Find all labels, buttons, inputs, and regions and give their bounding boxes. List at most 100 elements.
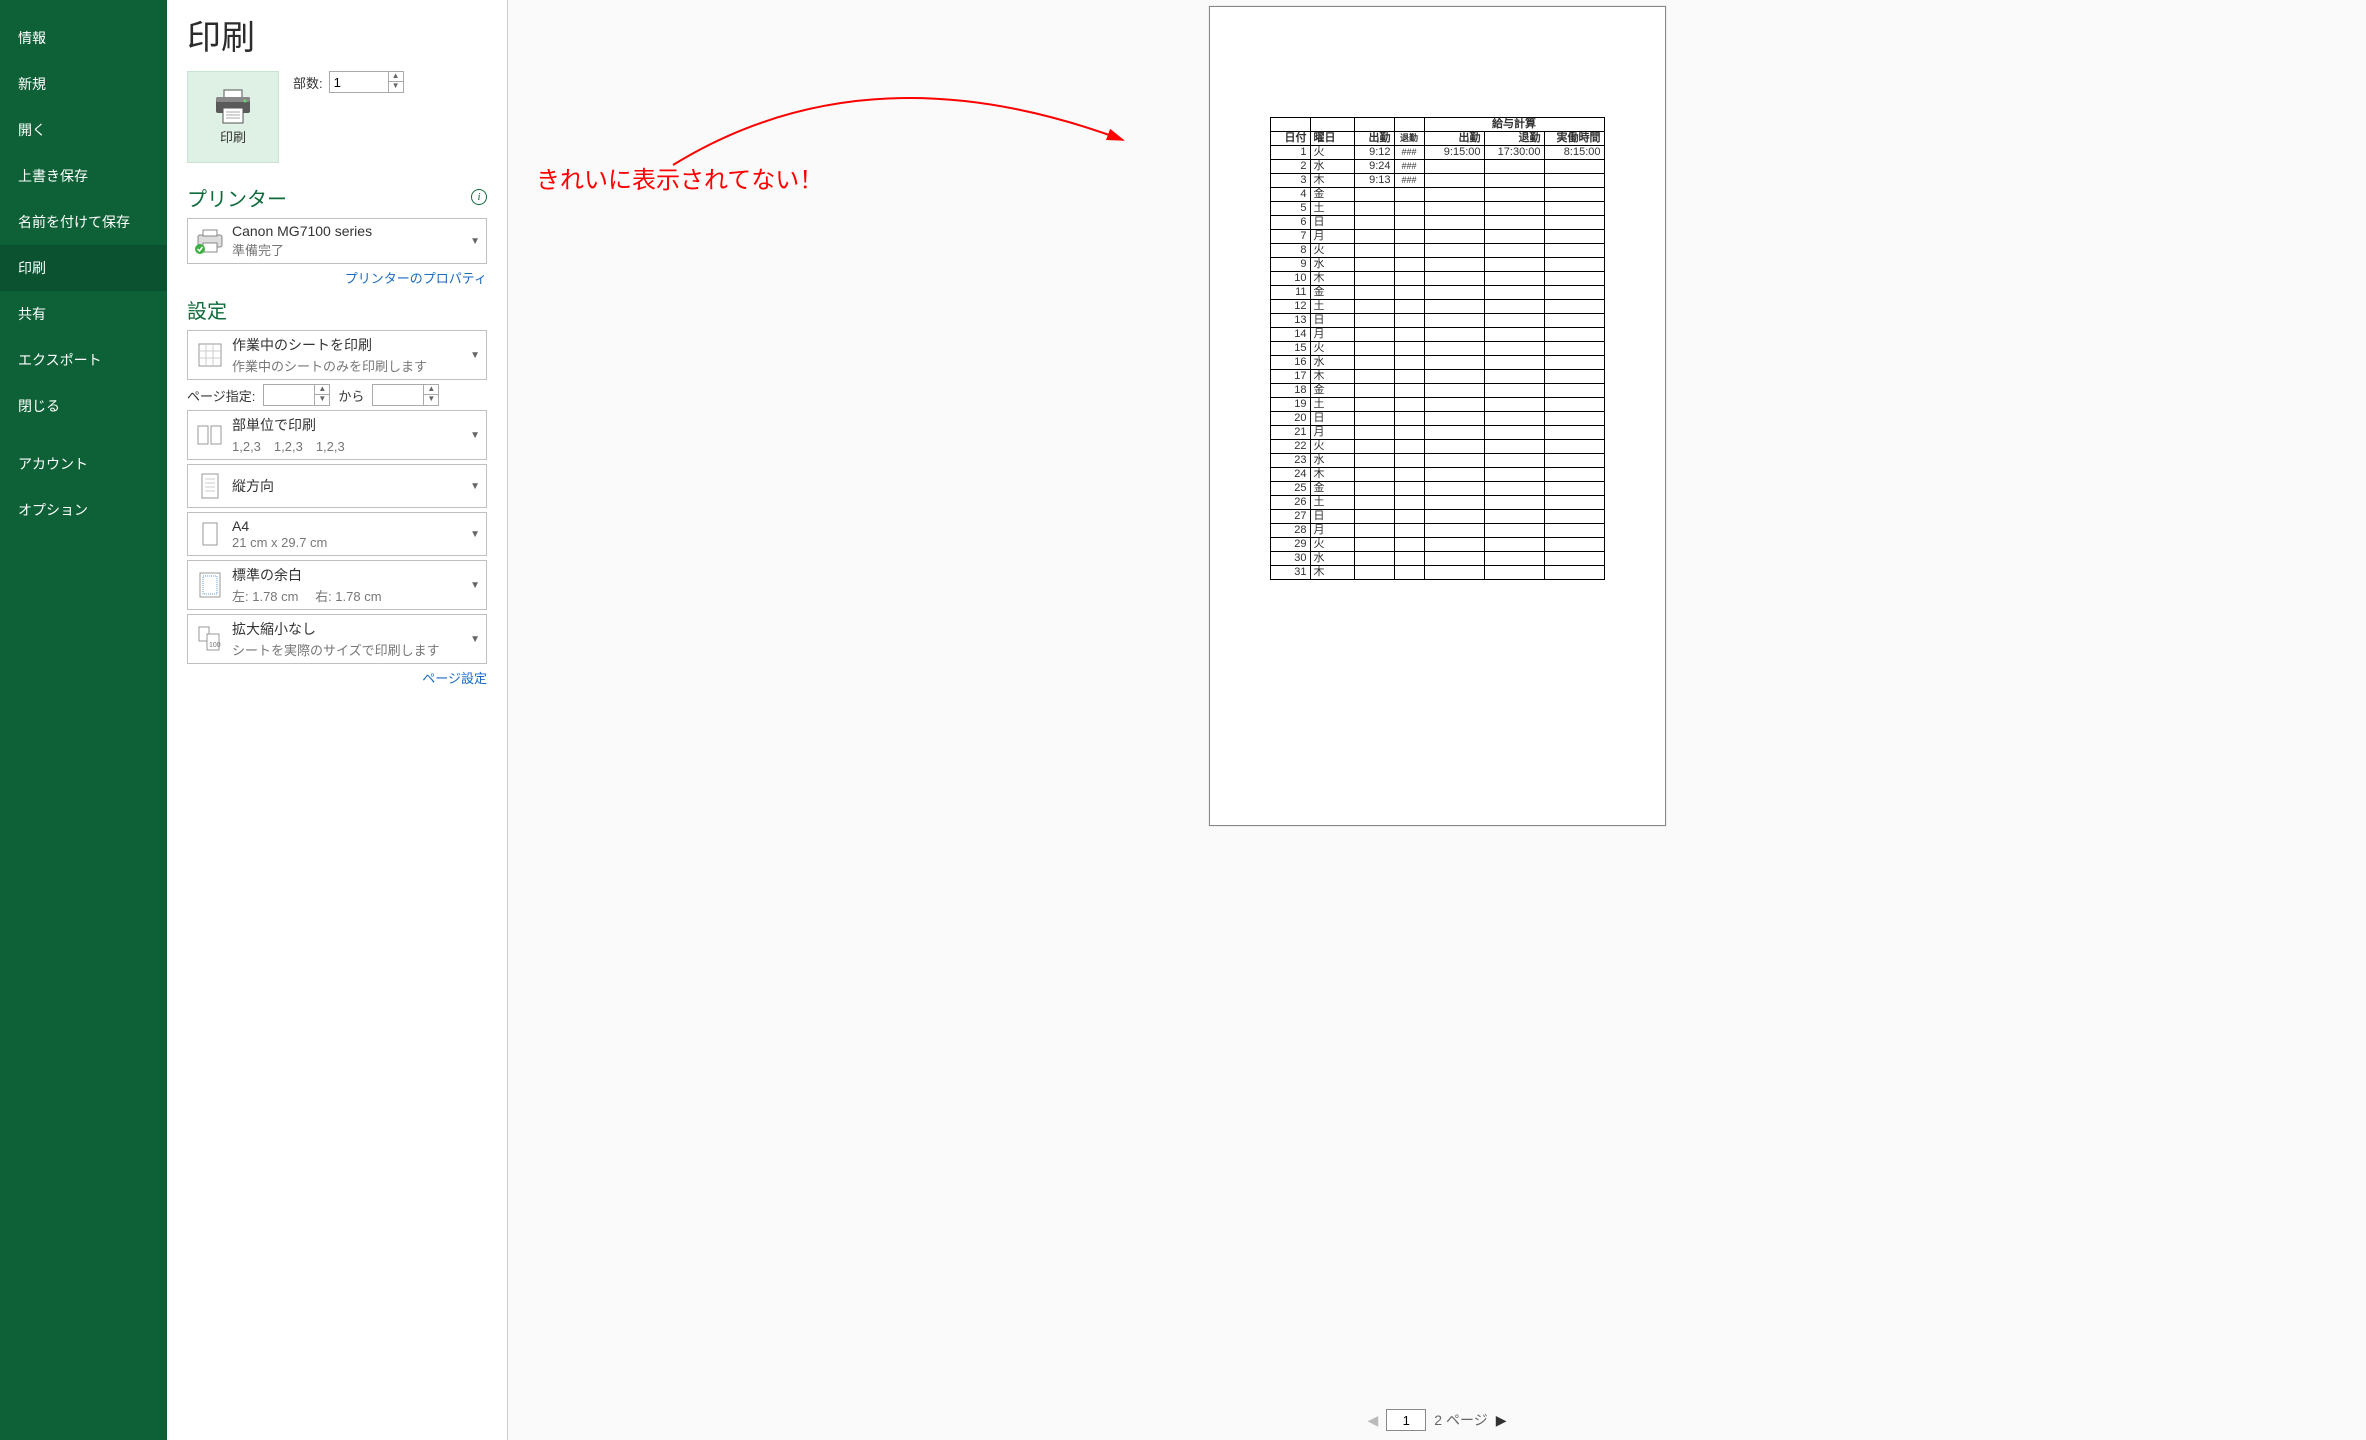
down-icon[interactable]: ▼ [315,395,329,405]
info-icon[interactable]: i [471,189,487,205]
copies-input[interactable] [329,71,389,93]
sidebar-item-info[interactable]: 情報 [0,15,167,61]
table-row: 22火 [1270,440,1604,454]
sidebar-item-save[interactable]: 上書き保存 [0,153,167,199]
sidebar-item-account[interactable]: アカウント [0,441,167,487]
collate-select[interactable]: 部単位で印刷 1,2,3 1,2,3 1,2,3 ▼ [187,410,487,460]
scale-icon: 100 [194,622,226,656]
page-setup-link[interactable]: ページ設定 [422,671,487,686]
print-settings-panel: 印刷 印刷 部数: [167,0,507,1440]
table-row: 17木 [1270,370,1604,384]
page-to-input[interactable] [372,384,424,406]
table-row: 2水9:24### [1270,160,1604,174]
down-icon[interactable]: ▼ [424,395,438,405]
sidebar-item-share[interactable]: 共有 [0,291,167,337]
page-range-sep: から [338,386,364,405]
printer-device-icon [194,224,226,258]
sidebar-item-new[interactable]: 新規 [0,61,167,107]
table-row: 23水 [1270,454,1604,468]
table-row: 7月 [1270,230,1604,244]
chevron-down-icon: ▼ [470,236,480,247]
table-row: 1火9:12###9:15:0017:30:008:15:00 [1270,146,1604,160]
chevron-down-icon: ▼ [470,350,480,361]
table-row: 28月 [1270,524,1604,538]
table-row: 29火 [1270,538,1604,552]
margin-title: 標準の余白 [232,565,470,585]
table-header: 日付 [1270,132,1310,146]
printer-icon [212,89,254,125]
table-row: 5土 [1270,202,1604,216]
print-button[interactable]: 印刷 [187,71,279,163]
paper-icon [194,517,226,551]
preview-table: 給与計算 日付曜日出勤退勤出勤退勤実働時間 1火9:12###9:15:0017… [1270,117,1605,580]
table-header: 退勤 [1394,132,1424,146]
chevron-down-icon: ▼ [470,430,480,441]
sidebar-item-print[interactable]: 印刷 [0,245,167,291]
margin-sub: 左: 1.78 cm 右: 1.78 cm [232,586,470,605]
next-page-icon[interactable]: ▶ [1496,1412,1507,1429]
table-row: 11金 [1270,286,1604,300]
table-row: 8火 [1270,244,1604,258]
orientation-title: 縦方向 [232,476,470,496]
collate-icon [194,418,226,452]
scope-title: 作業中のシートを印刷 [232,335,470,355]
sidebar-item-close[interactable]: 閉じる [0,383,167,429]
print-scope-select[interactable]: 作業中のシートを印刷 作業中のシートのみを印刷します ▼ [187,330,487,380]
sidebar-item-save-as[interactable]: 名前を付けて保存 [0,199,167,245]
sidebar-item-export[interactable]: エクスポート [0,337,167,383]
table-row: 26土 [1270,496,1604,510]
table-row: 31木 [1270,566,1604,580]
copies-spinner[interactable]: ▲ ▼ [329,71,404,93]
table-row: 24木 [1270,468,1604,482]
table-header: 退勤 [1484,132,1544,146]
paper-sub: 21 cm x 29.7 cm [232,535,470,550]
print-preview-panel: きれいに表示されてない！ 給与計算 日付曜日出勤 [507,0,2366,1440]
table-header: 出勤 [1424,132,1484,146]
printer-name: Canon MG7100 series [232,223,470,239]
printer-section-title: プリンター [187,183,287,212]
page-to-spinner[interactable]: ▲▼ [372,384,439,406]
table-header: 曜日 [1310,132,1354,146]
prev-page-icon[interactable]: ◀ [1368,1412,1379,1429]
sheet-icon [194,338,226,372]
portrait-icon [194,469,226,503]
table-merged-header: 給与計算 [1424,118,1604,132]
table-row: 30水 [1270,552,1604,566]
collate-sub: 1,2,3 1,2,3 1,2,3 [232,436,470,455]
table-row: 21月 [1270,426,1604,440]
table-header: 出勤 [1354,132,1394,146]
margin-select[interactable]: 標準の余白 左: 1.78 cm 右: 1.78 cm ▼ [187,560,487,610]
printer-properties-link[interactable]: プリンターのプロパティ [345,271,487,286]
scale-title: 拡大縮小なし [232,619,470,639]
scaling-select[interactable]: 100 拡大縮小なし シートを実際のサイズで印刷します ▼ [187,614,487,664]
table-row: 19土 [1270,398,1604,412]
table-row: 3木9:13### [1270,174,1604,188]
printer-status: 準備完了 [232,240,470,259]
table-row: 14月 [1270,328,1604,342]
table-row: 27日 [1270,510,1604,524]
paper-title: A4 [232,518,470,534]
sidebar-item-open[interactable]: 開く [0,107,167,153]
table-row: 4金 [1270,188,1604,202]
table-row: 10木 [1270,272,1604,286]
pager: ◀ 2 ページ ▶ [508,1400,2366,1440]
printer-select[interactable]: Canon MG7100 series 準備完了 ▼ [187,218,487,264]
table-header: 実働時間 [1544,132,1604,146]
chevron-down-icon: ▼ [470,634,480,645]
svg-text:100: 100 [209,642,221,649]
table-row: 12土 [1270,300,1604,314]
page-title: 印刷 [187,10,487,59]
chevron-down-icon: ▼ [470,481,480,492]
page-total-label: 2 ページ [1434,1410,1487,1430]
sidebar-item-options[interactable]: オプション [0,487,167,533]
preview-page: 給与計算 日付曜日出勤退勤出勤退勤実働時間 1火9:12###9:15:0017… [1209,6,1666,826]
paper-size-select[interactable]: A4 21 cm x 29.7 cm ▼ [187,512,487,556]
orientation-select[interactable]: 縦方向 ▼ [187,464,487,508]
copies-down-icon[interactable]: ▼ [389,82,403,92]
copies-label: 部数: [293,73,323,92]
chevron-down-icon: ▼ [470,580,480,591]
page-from-input[interactable] [263,384,315,406]
page-number-input[interactable] [1386,1409,1426,1431]
page-from-spinner[interactable]: ▲▼ [263,384,330,406]
margin-icon [194,568,226,602]
